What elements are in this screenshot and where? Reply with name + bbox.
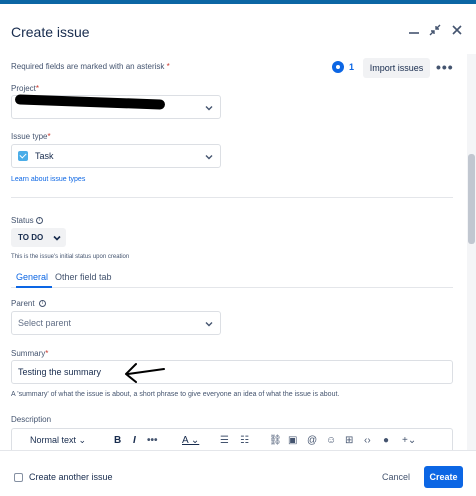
watch-button[interactable]: 1 [332,61,354,73]
watch-count: 1 [349,62,355,72]
table-icon[interactable]: ⊞ [345,435,353,446]
summary-value: Testing the summary [18,367,102,377]
status-help-text: This is the issue's initial status upon … [11,254,130,260]
tab-general[interactable]: General [16,272,48,282]
more-formatting-icon[interactable]: ••• [147,435,158,446]
parent-placeholder: Select parent [18,318,72,328]
description-label: Description [11,415,52,424]
summary-help-text: A 'summary' of what the issue is about, … [11,391,340,398]
parent-label: Parent i [11,299,46,308]
collapse-arrows-icon [429,24,441,36]
project-label: Project* [11,84,39,93]
chevron-down-icon [205,153,213,160]
issue-type-label: Issue type* [11,132,51,141]
bullet-list-icon[interactable]: ☰ [220,435,229,446]
issue-type-required-asterisk: * [47,132,51,141]
link-icon[interactable]: ⛓ [269,435,282,446]
status-value: TO DO [18,233,44,242]
create-button[interactable]: Create [424,466,463,488]
status-label: Status i [11,216,43,225]
code-icon[interactable]: ‹› [364,435,371,446]
italic-icon[interactable]: I [133,435,136,446]
parent-label-text: Parent [11,299,35,308]
required-notice-text: Required fields are marked with an aster… [11,62,165,71]
issue-type-select[interactable]: Task [11,144,221,168]
field-tabs: General Other field tab [11,270,453,288]
numbered-list-icon[interactable]: ☷ [240,435,249,446]
info-icon[interactable]: i [35,217,43,225]
minimize-button[interactable] [406,22,422,38]
text-color-icon[interactable]: A ⌄ [182,435,199,446]
emoji-icon[interactable]: ☺ [326,435,336,446]
cancel-button[interactable]: Cancel [377,466,415,488]
image-icon[interactable]: ▣ [288,435,297,446]
more-options-button[interactable]: ••• [436,60,454,74]
active-tab-indicator [16,286,52,288]
summary-input[interactable]: Testing the summary [11,360,453,384]
dialog-header: Create issue [0,4,476,54]
chevron-down-icon [205,320,213,327]
learn-issue-types-link[interactable]: Learn about issue types [11,176,85,183]
close-icon [452,25,462,35]
eye-icon [332,61,344,73]
summary-label: Summary* [11,349,48,358]
dialog-title: Create issue [11,24,90,40]
scrollbar[interactable] [467,54,476,450]
close-button[interactable] [449,22,465,38]
required-asterisk: * [166,62,170,71]
chevron-down-icon [205,104,213,111]
description-toolbar: Normal text ⌄ B I ••• A ⌄ ☰ ☷ ⛓ ▣ @ ☺ ⊞ … [11,428,453,452]
divider [11,197,453,198]
tab-other-field[interactable]: Other field tab [55,272,112,282]
parent-select[interactable]: Select parent [11,311,221,335]
create-another-checkbox[interactable] [14,473,23,482]
project-required-asterisk: * [35,84,40,93]
mention-icon[interactable]: @ [307,435,317,446]
text-style-value: Normal text [30,435,77,445]
scrollbar-thumb[interactable] [468,154,475,244]
status-label-text: Status [11,216,34,225]
status-dropdown[interactable]: TO DO [11,228,66,247]
project-label-text: Project [11,84,36,93]
summary-label-text: Summary [11,349,46,358]
hand-drawn-arrow-icon [125,363,165,383]
info-icon[interactable]: i [38,300,46,308]
info-panel-icon[interactable]: ● [383,435,389,446]
issue-type-value: Task [35,151,54,161]
create-another-label: Create another issue [29,472,113,482]
text-style-dropdown[interactable]: Normal text ⌄ [30,435,86,446]
bold-icon[interactable]: B [114,435,121,446]
issue-type-label-text: Issue type [11,132,48,141]
minimize-icon [409,32,419,34]
task-checkbox-icon [18,151,28,161]
chevron-down-icon [53,234,61,241]
insert-plus-icon[interactable]: +⌄ [402,435,416,446]
summary-required-asterisk: * [45,349,49,358]
collapse-button[interactable] [427,22,443,38]
import-issues-button[interactable]: Import issues [363,58,430,78]
required-notice: Required fields are marked with an aster… [11,62,170,71]
